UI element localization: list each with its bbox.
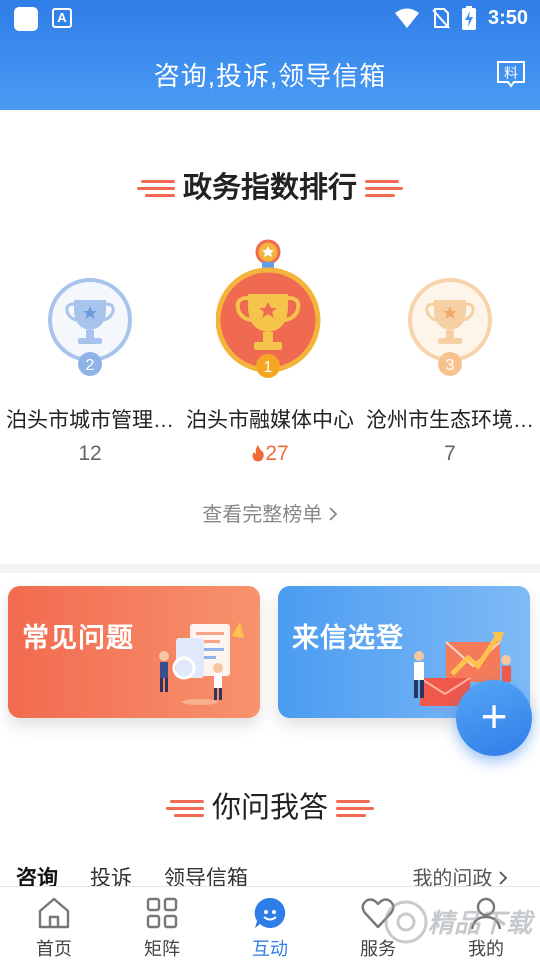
rank-1-name[interactable]: 泊头市融媒体中心	[180, 404, 360, 434]
gold-trophy-badge[interactable]: 1	[216, 238, 324, 380]
chat-bubble-icon	[254, 897, 286, 928]
nav-interact-label: 互动	[252, 939, 288, 959]
nav-interact[interactable]: 互动	[216, 887, 324, 960]
app-notification-icon	[14, 7, 38, 31]
see-full-ranking-label: 查看完整榜单	[202, 504, 323, 526]
rank-2-score: 12	[78, 442, 102, 465]
app-header: A 3:50 咨询,投诉,领导信箱 料	[0, 0, 540, 110]
home-icon	[38, 897, 70, 929]
rank-3-score: 7	[444, 442, 456, 465]
ranking-title: 政务指数排行	[182, 172, 357, 204]
see-full-ranking-link[interactable]: 查看完整榜单	[0, 498, 540, 527]
ranking-heading: 政务指数排行	[0, 164, 540, 206]
document-icon: 料	[497, 61, 525, 88]
wifi-icon	[394, 8, 419, 28]
rank-3-name[interactable]: 沧州市生态环境…	[360, 404, 540, 434]
material-button[interactable]: 料	[496, 60, 526, 88]
title-bar: 咨询,投诉,领导信箱 料	[0, 46, 540, 102]
status-bar: A 3:50	[0, 0, 540, 36]
faq-card-title: 常见问题	[22, 623, 134, 653]
nav-matrix-label: 矩阵	[144, 939, 180, 959]
heading-decoration-left	[165, 800, 204, 818]
page-title: 咨询,投诉,领导信箱	[153, 61, 387, 91]
text-notification-icon: A	[52, 8, 72, 28]
rank-number: 1	[264, 359, 273, 376]
qa-title: 你问我答	[211, 792, 328, 824]
chevron-right-icon	[329, 507, 338, 521]
rank-number: 3	[446, 357, 455, 374]
nav-matrix[interactable]: 矩阵	[108, 887, 216, 960]
faq-illustration	[159, 622, 244, 705]
no-sim-icon	[432, 8, 450, 29]
faq-card[interactable]: 常见问题	[8, 586, 260, 718]
nav-home[interactable]: 首页	[0, 887, 108, 960]
rank-2-name[interactable]: 泊头市城市管理…	[0, 404, 180, 434]
section-divider	[0, 564, 540, 573]
heading-decoration-right	[336, 800, 374, 818]
watermark-text: 精品下载	[428, 909, 536, 939]
letters-card-title: 来信选登	[292, 623, 404, 653]
rank-1-score-row: 27	[180, 442, 360, 468]
fire-icon	[251, 444, 265, 468]
bronze-trophy-badge[interactable]: 3	[406, 276, 494, 376]
grid-icon	[146, 897, 178, 929]
add-question-fab[interactable]: +	[456, 680, 532, 756]
rank-number: 2	[86, 357, 95, 374]
heading-decoration-right	[365, 180, 403, 198]
qa-heading: 你问我答	[0, 784, 540, 826]
silver-trophy-badge[interactable]: 2	[46, 276, 134, 376]
battery-charging-icon	[461, 6, 476, 30]
chevron-right-icon	[499, 871, 508, 885]
watermark-logo: 精品下载	[384, 900, 536, 944]
plus-icon: +	[480, 690, 508, 742]
nav-home-label: 首页	[36, 939, 72, 959]
material-icon-char: 料	[504, 66, 518, 82]
rank-1-score: 27	[265, 442, 289, 465]
heading-decoration-left	[136, 180, 175, 198]
clock: 3:50	[487, 6, 528, 29]
